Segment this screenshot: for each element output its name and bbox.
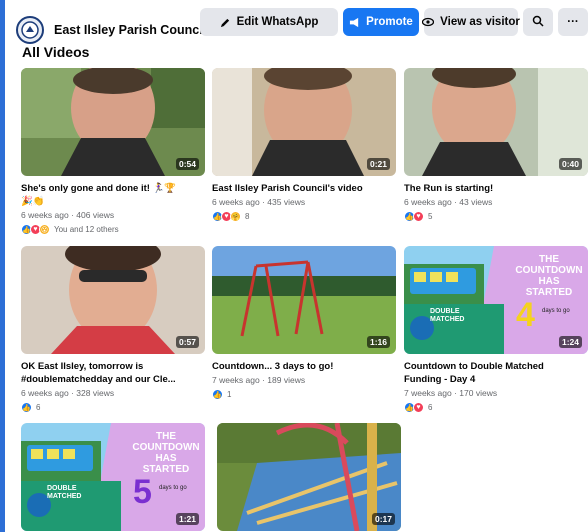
video-duration: 1:16 [366,336,390,348]
edit-whatsapp-label: Edit WhatsApp [236,16,319,28]
reaction-count: 8 [245,212,250,221]
video-meta: 6 weeks ago · 43 views [404,197,493,207]
video-card[interactable]: 0:21 East Ilsley Parish Council's video … [212,68,396,222]
video-title-line: OK East Ilsley, tomorrow is [21,361,144,372]
reactions[interactable]: 👍 ♥ 🤗 8 [212,211,396,222]
badge-line: DOUBLE [430,308,460,315]
more-label: ··· [567,16,579,28]
countdown-poster-text: THE COUNTDOWN HAS STARTED [131,431,201,475]
reaction-count: You and 12 others [54,225,119,234]
reactions[interactable]: 👍 ♥ 5 [404,211,588,222]
video-meta: 6 weeks ago · 435 views [212,197,306,207]
reaction-count: 1 [227,390,232,399]
double-matched-badge: DOUBLE MATCHED [47,485,81,501]
love-icon: ♥ [413,402,424,413]
page-logo[interactable] [16,16,44,44]
more-options-button[interactable]: ··· [558,8,588,36]
video-card[interactable]: 0:17 [217,423,401,531]
double-matched-badge: DOUBLE MATCHED [430,308,464,324]
video-card[interactable]: THE COUNTDOWN HAS STARTED DOUBLE MATCHED… [404,246,588,413]
care-icon: 🤗 [230,211,241,222]
poster-line: COUNTDOWN [515,265,583,276]
video-title-line: East Ilsley Parish Council's video [212,183,363,194]
poster-line: HAS [155,453,177,464]
video-thumbnail[interactable]: 0:57 [21,246,205,354]
video-card[interactable]: 0:57 OK East Ilsley, tomorrow is #double… [21,246,205,413]
page-name[interactable]: East Ilsley Parish Council [54,23,206,37]
video-title-line: 🎉👏 [21,196,45,207]
reactions[interactable]: 👍 ♥ 6 [404,402,588,413]
video-card[interactable]: 1:16 Countdown... 3 days to go! 7 weeks … [212,246,396,400]
video-duration: 0:57 [175,336,199,348]
video-duration: 1:21 [175,513,199,525]
video-meta: 6 weeks ago · 406 views [21,210,115,220]
poster-line: THE [156,431,176,442]
search-button[interactable] [523,8,553,36]
video-thumbnail[interactable]: 0:40 [404,68,588,176]
badge-line: DOUBLE [47,485,77,492]
video-duration: 0:17 [371,513,395,525]
reactions[interactable]: 👍 6 [21,402,205,413]
video-title-line: She's only gone and done it! 🏃‍♀️🏆 [21,183,177,194]
countdown-number: 5 [133,473,152,511]
video-title[interactable]: She's only gone and done it! 🏃‍♀️🏆 🎉👏 [21,182,205,208]
reactions[interactable]: 👍 1 [212,389,396,400]
promote-label: Promote [366,16,413,28]
megaphone-icon [349,17,360,28]
window-frame [0,0,5,532]
video-title-line: Countdown to Double Matched [404,361,544,372]
promote-button[interactable]: Promote [343,8,419,36]
video-title-line: The Run is starting! [404,183,494,194]
reactions[interactable]: 👍 ♥ 😮 You and 12 others [21,224,205,235]
days-to-go-text: days to go [159,485,187,491]
countdown-poster-text: THE COUNTDOWN HAS STARTED [514,254,584,298]
crest-icon [21,21,39,39]
video-meta: 7 weeks ago · 189 views [212,375,306,385]
section-title: All Videos [22,44,90,60]
pencil-icon [220,17,231,28]
video-meta: 6 weeks ago · 328 views [21,388,115,398]
video-thumbnail[interactable]: 0:54 [21,68,205,176]
video-card[interactable]: 0:40 The Run is starting! 6 weeks ago · … [404,68,588,222]
video-duration: 0:54 [175,158,199,170]
video-thumbnail[interactable]: THE COUNTDOWN HAS STARTED DOUBLE MATCHED… [404,246,588,354]
wow-icon: 😮 [39,224,50,235]
reaction-count: 6 [428,403,433,412]
search-icon [532,15,544,30]
video-title-line: Countdown... 3 days to go! [212,361,334,372]
poster-line: COUNTDOWN [132,442,200,453]
video-thumbnail[interactable]: 0:21 [212,68,396,176]
video-title-line: #doublematchedday and our Cle... [21,374,176,385]
video-duration: 1:24 [558,336,582,348]
reaction-count: 6 [36,403,41,412]
video-title[interactable]: OK East Ilsley, tomorrow is #doublematch… [21,360,205,386]
like-icon: 👍 [212,389,223,400]
badge-line: MATCHED [430,316,465,323]
video-meta: 7 weeks ago · 170 views [404,388,498,398]
video-duration: 0:21 [366,158,390,170]
poster-line: HAS [538,276,560,287]
badge-line: MATCHED [47,493,82,500]
edit-whatsapp-button[interactable]: Edit WhatsApp [200,8,338,36]
video-card[interactable]: THE COUNTDOWN HAS STARTED DOUBLE MATCHED… [21,423,205,531]
video-title[interactable]: Countdown to Double Matched Funding - Da… [404,360,588,386]
love-icon: ♥ [413,211,424,222]
view-as-visitor-button[interactable]: View as visitor [422,8,520,36]
like-icon: 👍 [21,402,32,413]
days-to-go-text: days to go [542,308,570,314]
reaction-count: 5 [428,212,433,221]
video-thumbnail[interactable]: 1:16 [212,246,396,354]
video-duration: 0:40 [558,158,582,170]
video-card[interactable]: 0:54 She's only gone and done it! 🏃‍♀️🏆 … [21,68,205,235]
video-title[interactable]: The Run is starting! [404,182,588,195]
video-title[interactable]: Countdown... 3 days to go! [212,360,396,373]
video-title-line: Funding - Day 4 [404,374,476,385]
view-as-visitor-label: View as visitor [440,16,520,28]
video-thumbnail[interactable]: THE COUNTDOWN HAS STARTED DOUBLE MATCHED… [21,423,205,531]
video-title[interactable]: East Ilsley Parish Council's video [212,182,396,195]
eye-icon [422,17,435,27]
countdown-number: 4 [516,296,535,334]
poster-line: THE [539,254,559,265]
video-thumbnail[interactable]: 0:17 [217,423,401,531]
